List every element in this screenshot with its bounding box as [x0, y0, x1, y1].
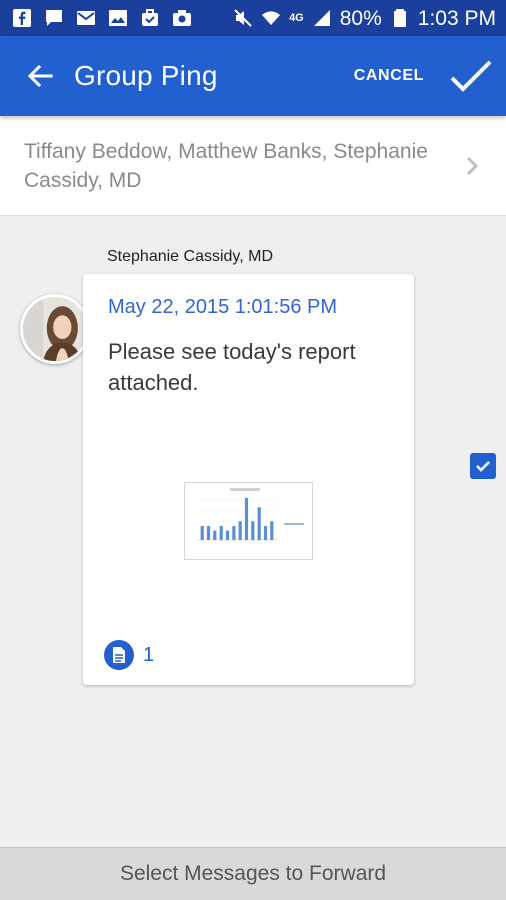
checkmark-icon: [476, 461, 490, 472]
thumb-bar: [270, 521, 274, 540]
mute-icon: [233, 8, 253, 28]
facebook-icon: [12, 8, 32, 28]
arrow-left-icon: [27, 64, 53, 88]
thumb-bar: [225, 530, 230, 540]
wifi-icon: [261, 8, 281, 28]
document-icon: [104, 640, 134, 670]
bag-icon: [140, 8, 160, 28]
chevron-right-icon: [462, 152, 482, 180]
thumb-bar: [213, 530, 217, 540]
recipients-row[interactable]: Tiffany Beddow, Matthew Banks, Stephanie…: [0, 116, 506, 216]
avatar: [20, 294, 90, 364]
network-type: 4G: [289, 11, 304, 24]
thumb-bar: [257, 507, 261, 540]
battery-percent: 80%: [339, 6, 382, 30]
battery-icon: [390, 8, 410, 28]
thumb-bar: [232, 526, 236, 540]
camera-icon: [172, 8, 192, 28]
message-timestamp: May 22, 2015 1:01:56 PM: [108, 296, 338, 318]
thumb-bar: [263, 526, 268, 540]
mail-icon: [76, 8, 96, 28]
notification-icons: [12, 8, 192, 28]
thumb-bar: [251, 521, 255, 540]
sender-name: Stephanie Cassidy, MD: [107, 248, 273, 265]
thumb-bar: [244, 498, 249, 540]
chat-icon: [44, 8, 64, 28]
cancel-button[interactable]: CANCEL: [354, 67, 424, 85]
chart-thumbnail: [185, 483, 312, 559]
clock: 1:03 PM: [417, 6, 496, 30]
attachment-count: 1: [143, 643, 155, 666]
message-select-checkbox[interactable]: [470, 453, 496, 479]
recipients-list: Tiffany Beddow, Matthew Banks, Stephanie…: [24, 139, 428, 192]
message-card[interactable]: May 22, 2015 1:01:56 PM Please see today…: [83, 274, 414, 685]
profile-photo: [23, 297, 87, 361]
signal-icon: [312, 8, 332, 28]
system-status: 4G 80% 1:03 PM: [233, 8, 496, 29]
app-bar: Group Ping CANCEL: [0, 36, 506, 116]
image-icon: [108, 8, 128, 28]
back-button[interactable]: [12, 48, 68, 104]
thumb-bar: [200, 526, 204, 540]
checkmark-icon: [450, 60, 492, 92]
message-body: Please see today's report attached.: [108, 339, 356, 395]
status-bar: 4G 80% 1:03 PM: [0, 0, 506, 36]
confirm-button[interactable]: [446, 51, 496, 101]
forward-hint-bar: Select Messages to Forward: [0, 847, 506, 900]
thumb-legend: [284, 523, 304, 525]
attachment-indicator[interactable]: 1: [104, 640, 154, 670]
thumb-bar: [219, 526, 223, 540]
thumb-bar: [238, 521, 242, 540]
attachment-thumbnail[interactable]: [184, 482, 313, 560]
page-title: Group Ping: [74, 60, 218, 91]
thumb-bar: [206, 526, 211, 540]
thumb-title-placeholder: [230, 488, 260, 491]
forward-hint-label: Select Messages to Forward: [119, 862, 387, 885]
